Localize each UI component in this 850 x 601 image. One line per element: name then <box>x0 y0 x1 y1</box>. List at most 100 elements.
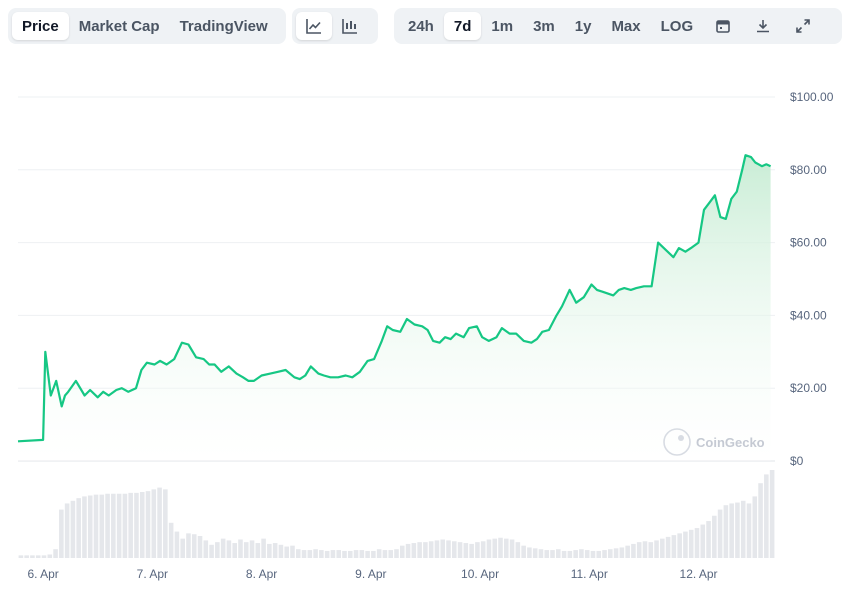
volume-bar <box>382 550 388 558</box>
volume-bar <box>671 535 677 558</box>
watermark-text: CoinGecko <box>696 435 765 450</box>
volume-bar <box>613 548 619 558</box>
volume-bar <box>717 509 723 558</box>
volume-bar <box>532 548 538 558</box>
volume-bar <box>30 555 35 558</box>
volume-bar <box>642 541 648 558</box>
volume-bar <box>451 541 457 558</box>
volume-bar <box>636 542 642 558</box>
volume-bar <box>330 550 336 558</box>
volume-bar <box>573 550 578 558</box>
volume-bar <box>290 545 295 558</box>
volume-bar <box>313 549 318 558</box>
volume-bar <box>93 494 99 558</box>
volume-bar <box>215 542 220 558</box>
volume-bar <box>527 547 532 558</box>
volume-bar <box>319 550 324 558</box>
volume-bar <box>544 550 550 558</box>
volume-bar <box>475 542 480 558</box>
volume-bar <box>428 541 434 558</box>
volume-bar <box>261 538 266 558</box>
volume-bar <box>486 539 492 558</box>
volume-bar <box>706 521 711 558</box>
volume-bar <box>625 545 630 558</box>
volume-bar <box>463 543 469 558</box>
volume-bar <box>492 538 498 558</box>
volume-bar <box>203 540 209 558</box>
volume-bar <box>134 492 139 558</box>
volume-bar <box>631 543 636 558</box>
y-tick-label: $100.00 <box>790 90 834 104</box>
volume-bar <box>59 509 64 558</box>
volume-bar <box>538 549 544 558</box>
volume-bar <box>238 539 243 558</box>
volume-bar <box>18 555 24 558</box>
x-axis: 6. Apr 7. Apr 8. Apr 9. Apr 10. Apr 11. Apr 12… <box>27 567 717 581</box>
volume-bar <box>457 542 463 558</box>
volume-bar <box>394 549 399 558</box>
volume-bar <box>405 543 411 558</box>
volume-bar <box>712 515 717 558</box>
volume-bar <box>434 540 440 558</box>
volume-bar <box>168 522 174 558</box>
volume-bar <box>515 542 521 558</box>
volume-bar <box>480 541 486 558</box>
volume-bar <box>255 543 261 558</box>
volume-bar <box>70 500 76 558</box>
volume-bar <box>267 543 272 558</box>
y-tick-label: $20.00 <box>790 381 827 395</box>
volume-bar <box>579 549 584 558</box>
y-tick-label: $40.00 <box>790 308 827 322</box>
volume-bar <box>284 546 289 558</box>
volume-bar <box>226 540 232 558</box>
volume-bar <box>180 538 185 558</box>
volume-bar <box>41 555 47 558</box>
volume-bar <box>145 491 151 558</box>
volume-bars <box>18 470 775 558</box>
volume-bar <box>423 542 428 558</box>
volume-bar <box>584 550 590 558</box>
volume-bar <box>371 550 376 558</box>
volume-bar <box>388 550 394 558</box>
volume-bar <box>729 503 734 558</box>
volume-bar <box>174 531 180 558</box>
volume-bar <box>504 538 509 558</box>
x-tick-label: 9. Apr <box>355 567 386 581</box>
volume-bar <box>163 489 168 558</box>
volume-bar <box>654 540 659 558</box>
volume-bar <box>469 543 474 558</box>
volume-bar <box>556 549 561 558</box>
y-axis: $0 $20.00 $40.00 $60.00 $80.00 $100.00 <box>790 90 834 468</box>
volume-bar <box>550 550 555 558</box>
volume-bar <box>209 544 214 558</box>
volume-bar <box>53 549 58 558</box>
volume-bar <box>76 498 81 558</box>
volume-bar <box>561 550 567 558</box>
x-tick-label: 10. Apr <box>461 567 499 581</box>
price-area <box>18 155 771 461</box>
volume-bar <box>105 493 110 558</box>
volume-bar <box>567 550 573 558</box>
x-tick-label: 7. Apr <box>137 567 168 581</box>
price-chart: $0 $20.00 $40.00 $60.00 $80.00 $100.00 6. Apr… <box>17 90 834 581</box>
volume-bar <box>602 550 607 558</box>
volume-bar <box>272 543 278 558</box>
volume-bar <box>596 550 602 558</box>
volume-bar <box>301 550 307 558</box>
volume-bar <box>723 505 729 558</box>
volume-bar <box>677 533 682 558</box>
volume-bar <box>82 496 87 558</box>
volume-bar <box>35 555 41 558</box>
volume-bar <box>249 540 255 558</box>
volume-bar <box>307 550 313 558</box>
volume-bar <box>353 550 359 558</box>
volume-bar <box>220 538 226 558</box>
x-tick-label: 11. Apr <box>571 567 608 581</box>
volume-bar <box>324 550 330 558</box>
volume-bar <box>694 528 700 558</box>
volume-bar <box>157 487 162 558</box>
x-tick-label: 6. Apr <box>27 567 58 581</box>
x-tick-label: 12. Apr <box>680 567 718 581</box>
volume-bar <box>399 545 405 558</box>
volume-bar <box>665 536 671 558</box>
